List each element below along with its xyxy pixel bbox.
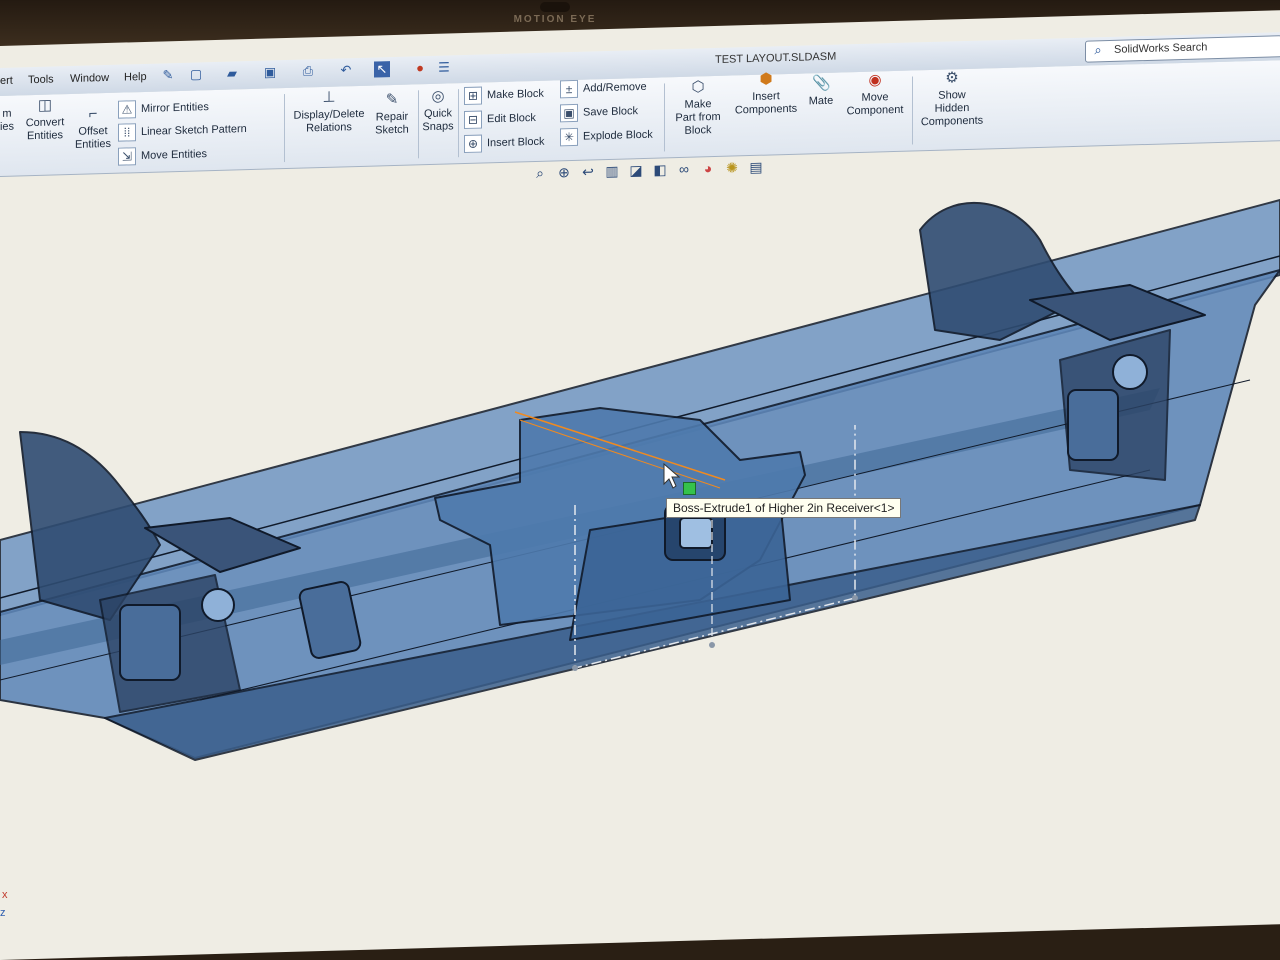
- bumper-assembly[interactable]: [0, 199, 1280, 761]
- axis-x-icon: x: [2, 889, 8, 901]
- model-viewport[interactable]: x z: [0, 0, 1280, 960]
- axis-z-icon: z: [0, 907, 6, 919]
- receiver-opening: [679, 517, 713, 549]
- bounding-box-handle[interactable]: [709, 642, 715, 648]
- selection-tooltip: Boss-Extrude1 of Higher 2in Receiver<1>: [666, 498, 902, 518]
- selected-face-marker: [683, 482, 696, 495]
- left-recovery-cutout: [119, 604, 181, 681]
- bounding-box-handle[interactable]: [852, 595, 858, 601]
- right-recovery-cutout: [1067, 389, 1119, 461]
- right-shackle-hole: [1112, 354, 1148, 390]
- left-shackle-hole: [201, 588, 235, 622]
- bounding-box-handle[interactable]: [572, 665, 578, 671]
